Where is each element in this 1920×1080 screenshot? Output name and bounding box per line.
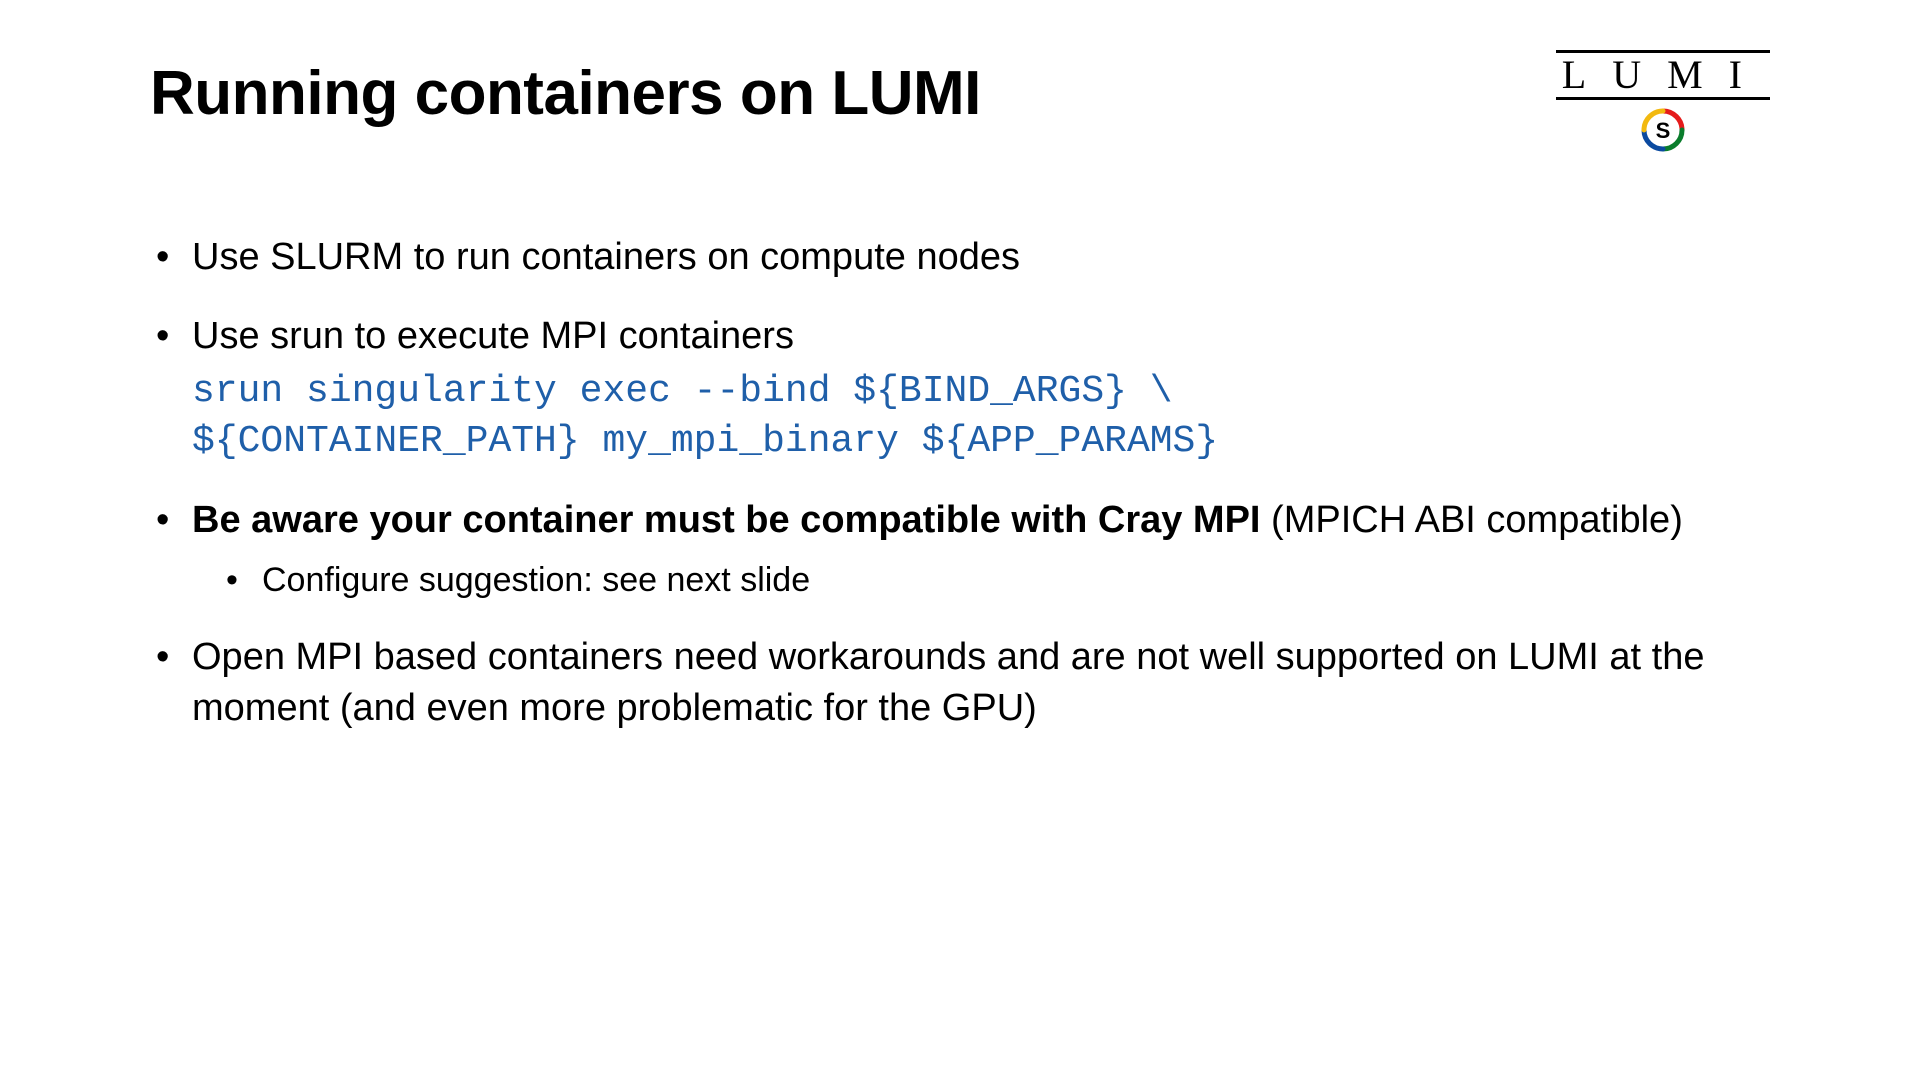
sub-bullet-item: Configure suggestion: see next slide bbox=[192, 558, 1770, 604]
code-block: srun singularity exec --bind ${BIND_ARGS… bbox=[192, 367, 1770, 467]
bullet-item: Use SLURM to run containers on compute n… bbox=[150, 232, 1770, 283]
sub-bullet-list: Configure suggestion: see next slide bbox=[192, 558, 1770, 604]
sub-bullet-text: Configure suggestion: see next slide bbox=[262, 561, 810, 599]
bullet-text-rest: (MPICH ABI compatible) bbox=[1261, 499, 1683, 541]
slide: Running containers on LUMI LUMI S Use SL… bbox=[0, 0, 1920, 1080]
slide-body: Use SLURM to run containers on compute n… bbox=[150, 232, 1770, 735]
bullet-text-bold: Be aware your container must be compatib… bbox=[192, 499, 1261, 541]
bullet-text: Use srun to execute MPI containers bbox=[192, 315, 794, 357]
header: Running containers on LUMI LUMI S bbox=[150, 60, 1770, 152]
lumi-logo-text: LUMI bbox=[1556, 50, 1770, 100]
bullet-item: Open MPI based containers need workaroun… bbox=[150, 632, 1770, 735]
bullet-text: Use SLURM to run containers on compute n… bbox=[192, 236, 1020, 278]
svg-text:S: S bbox=[1656, 118, 1671, 143]
bullet-item: Be aware your container must be compatib… bbox=[150, 495, 1770, 604]
logo-block: LUMI S bbox=[1556, 50, 1770, 152]
bullet-item: Use srun to execute MPI containers srun … bbox=[150, 311, 1770, 467]
bullet-text: Open MPI based containers need workaroun… bbox=[192, 636, 1704, 729]
bullet-list: Use SLURM to run containers on compute n… bbox=[150, 232, 1770, 735]
singularity-icon: S bbox=[1641, 108, 1685, 152]
page-title: Running containers on LUMI bbox=[150, 60, 981, 128]
